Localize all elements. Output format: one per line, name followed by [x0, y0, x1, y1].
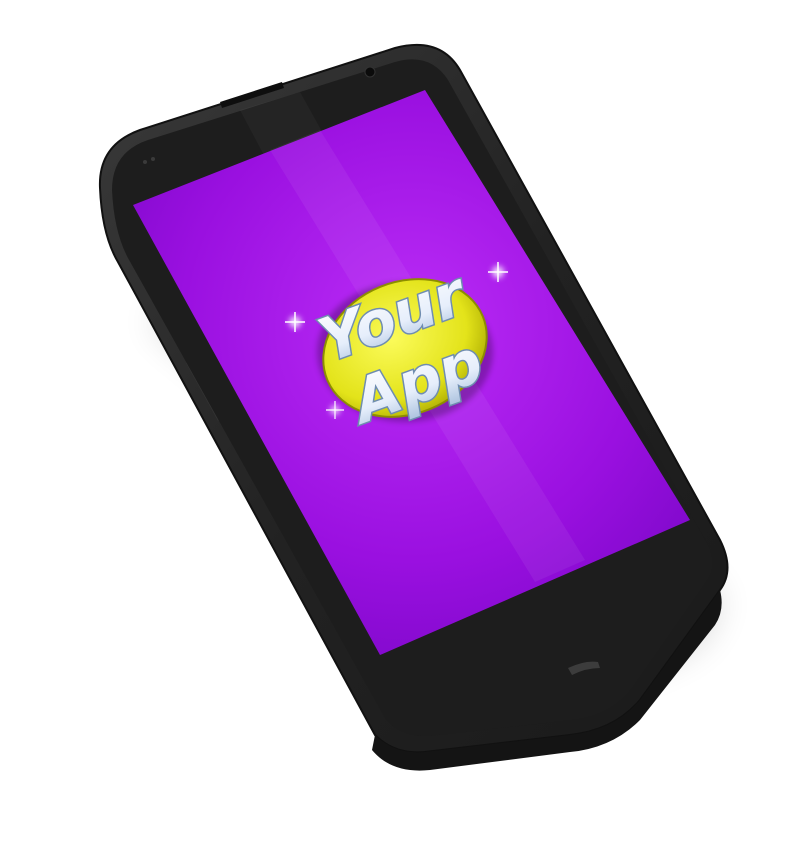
front-camera-icon [364, 66, 376, 78]
proximity-sensor-icon [143, 160, 147, 164]
device-mockup-stage: Your App [0, 0, 800, 849]
phone-mockup: Your App [98, 43, 729, 771]
light-sensor-icon [151, 157, 155, 161]
